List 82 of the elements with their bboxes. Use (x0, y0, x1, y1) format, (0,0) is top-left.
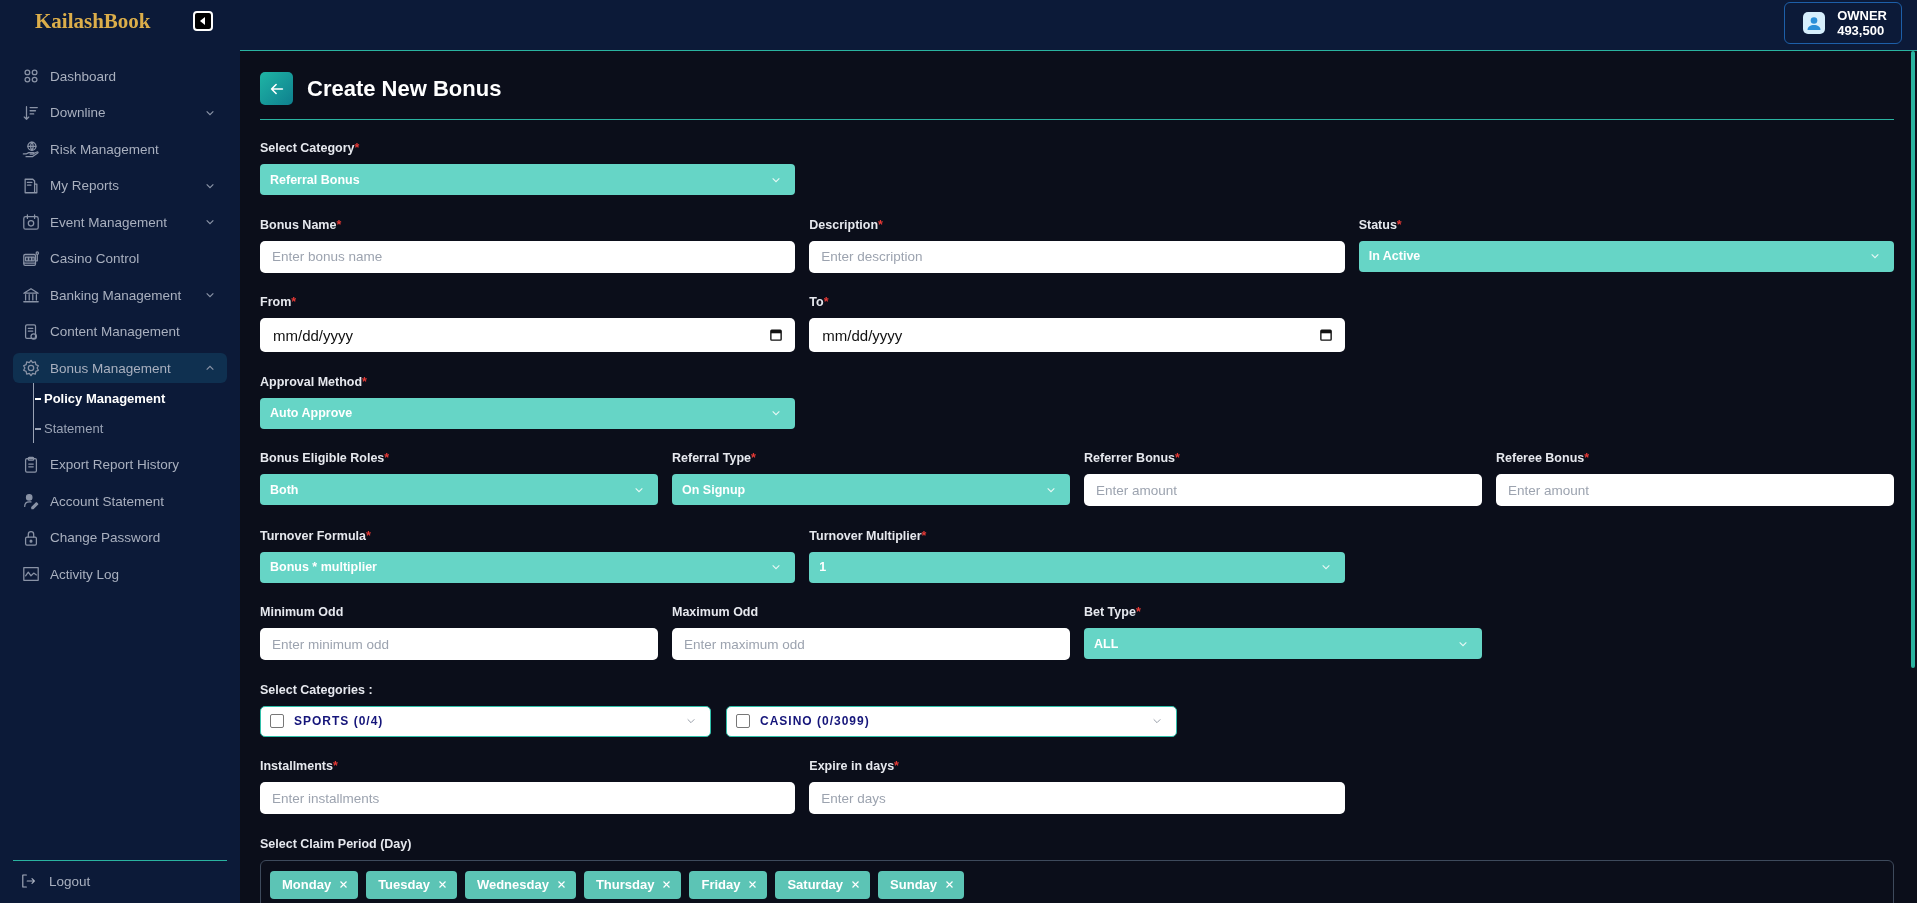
calendar-icon (22, 213, 40, 231)
chevron-down-icon (1320, 562, 1331, 572)
sidebar-item[interactable]: Bonus Management (13, 353, 227, 383)
sidebar-subitem[interactable]: Statement (34, 413, 104, 443)
sidebar-item[interactable]: Dashboard (13, 61, 227, 91)
field-label: Expire in days* (809, 758, 899, 774)
sidebar-toggle-icon[interactable] (193, 11, 213, 31)
date-field[interactable]: mm/dd/yyyy (809, 318, 1345, 352)
sidebar-item[interactable]: Banking Management (13, 280, 227, 310)
document-icon (22, 176, 40, 195)
chevron-down-icon[interactable] (205, 290, 215, 300)
user-avatar-icon (1803, 12, 1826, 34)
field-label: Installments* (260, 758, 338, 774)
field-label: Bonus Name* (260, 216, 342, 233)
sidebar-item[interactable]: Content Management (13, 316, 227, 347)
field-label: Referral Type* (672, 450, 756, 466)
chevron-down-icon (1870, 251, 1880, 261)
gear-icon (22, 359, 40, 377)
scrollbar-thumb[interactable] (1911, 51, 1915, 668)
category-dropdown[interactable]: CASINO (0/3099) (726, 705, 1177, 737)
category-dropdown[interactable]: SPORTS (0/4) (260, 705, 711, 737)
input-field[interactable]: Enter amount (1496, 474, 1894, 506)
field-label: Minimum Odd (260, 604, 344, 620)
chevron-down-icon (771, 562, 782, 572)
sidebar-item[interactable]: Downline (13, 97, 227, 128)
checkbox[interactable] (736, 714, 750, 728)
chevron-down-icon (771, 408, 782, 418)
sidebar-item[interactable]: Change Password (13, 522, 227, 553)
field-label: Turnover Multiplier* (809, 527, 927, 544)
chevron-down-icon (686, 716, 696, 726)
logout-icon (20, 873, 36, 889)
field-label: Select Claim Period (Day) (260, 835, 412, 852)
chevron-down-icon[interactable] (205, 217, 215, 227)
document-icon (22, 322, 40, 341)
sidebar-item[interactable]: Risk Management (13, 134, 227, 164)
field-label: Referee Bonus* (1496, 450, 1590, 466)
line-chart-icon (22, 565, 40, 583)
input-field[interactable]: Enter minimum odd (260, 628, 658, 660)
sidebar-item[interactable]: Export Report History (13, 449, 227, 480)
lock-icon (22, 528, 40, 547)
date-field[interactable]: mm/dd/yyyy (260, 318, 796, 352)
clipboard-icon (22, 455, 40, 474)
field-label: Description* (809, 216, 883, 233)
checkbox[interactable] (270, 714, 284, 728)
grid-icon (22, 67, 40, 85)
field-label: Bet Type* (1084, 604, 1141, 620)
input-field[interactable]: Enter days (809, 782, 1345, 814)
globe-hand-icon (22, 140, 40, 158)
field-label: Status* (1358, 216, 1402, 233)
slot-machine-icon (22, 249, 40, 268)
input-field[interactable]: Enter amount (1084, 474, 1482, 506)
logout-button[interactable]: Logout (20, 873, 91, 889)
field-label: Bonus Eligible Roles* (260, 450, 390, 466)
input-field[interactable]: Enter description (809, 240, 1345, 273)
field-label: Turnover Formula* (260, 527, 371, 544)
page-title: Create New Bonus (307, 75, 502, 102)
sidebar-item[interactable]: Activity Log (13, 559, 227, 589)
chevron-up-icon[interactable] (205, 363, 215, 373)
sidebar-subitem[interactable]: Policy Management (34, 383, 166, 413)
sidebar-item[interactable]: Account Statement (13, 486, 227, 516)
field-label: From* (260, 294, 297, 310)
back-button[interactable] (260, 72, 293, 105)
sidebar-item[interactable]: Event Management (13, 207, 227, 237)
field-label: Maximum Odd (672, 604, 759, 620)
user-edit-icon (22, 492, 40, 510)
sidebar-item[interactable]: My Reports (13, 170, 227, 201)
field-label: Referrer Bonus* (1084, 450, 1180, 466)
calendar-icon[interactable] (770, 329, 783, 341)
chevron-down-icon (1152, 716, 1162, 726)
calendar-icon[interactable] (1319, 329, 1332, 341)
brand-logo[interactable]: KailashBook (35, 8, 151, 34)
field-label: Select Categories : (260, 681, 373, 698)
input-field[interactable]: Enter installments (260, 782, 796, 814)
field-label: Select Category* (260, 140, 360, 156)
sort-down-icon (22, 103, 40, 122)
sidebar-item[interactable]: Casino Control (13, 243, 227, 274)
user-account-button[interactable]: OWNER 493,500 (1784, 2, 1902, 44)
bank-icon (22, 286, 40, 304)
input-field[interactable]: Enter maximum odd (672, 628, 1070, 660)
field-label: Approval Method* (260, 373, 367, 390)
input-field[interactable]: Enter bonus name (260, 240, 796, 273)
field-label: To* (809, 294, 829, 310)
